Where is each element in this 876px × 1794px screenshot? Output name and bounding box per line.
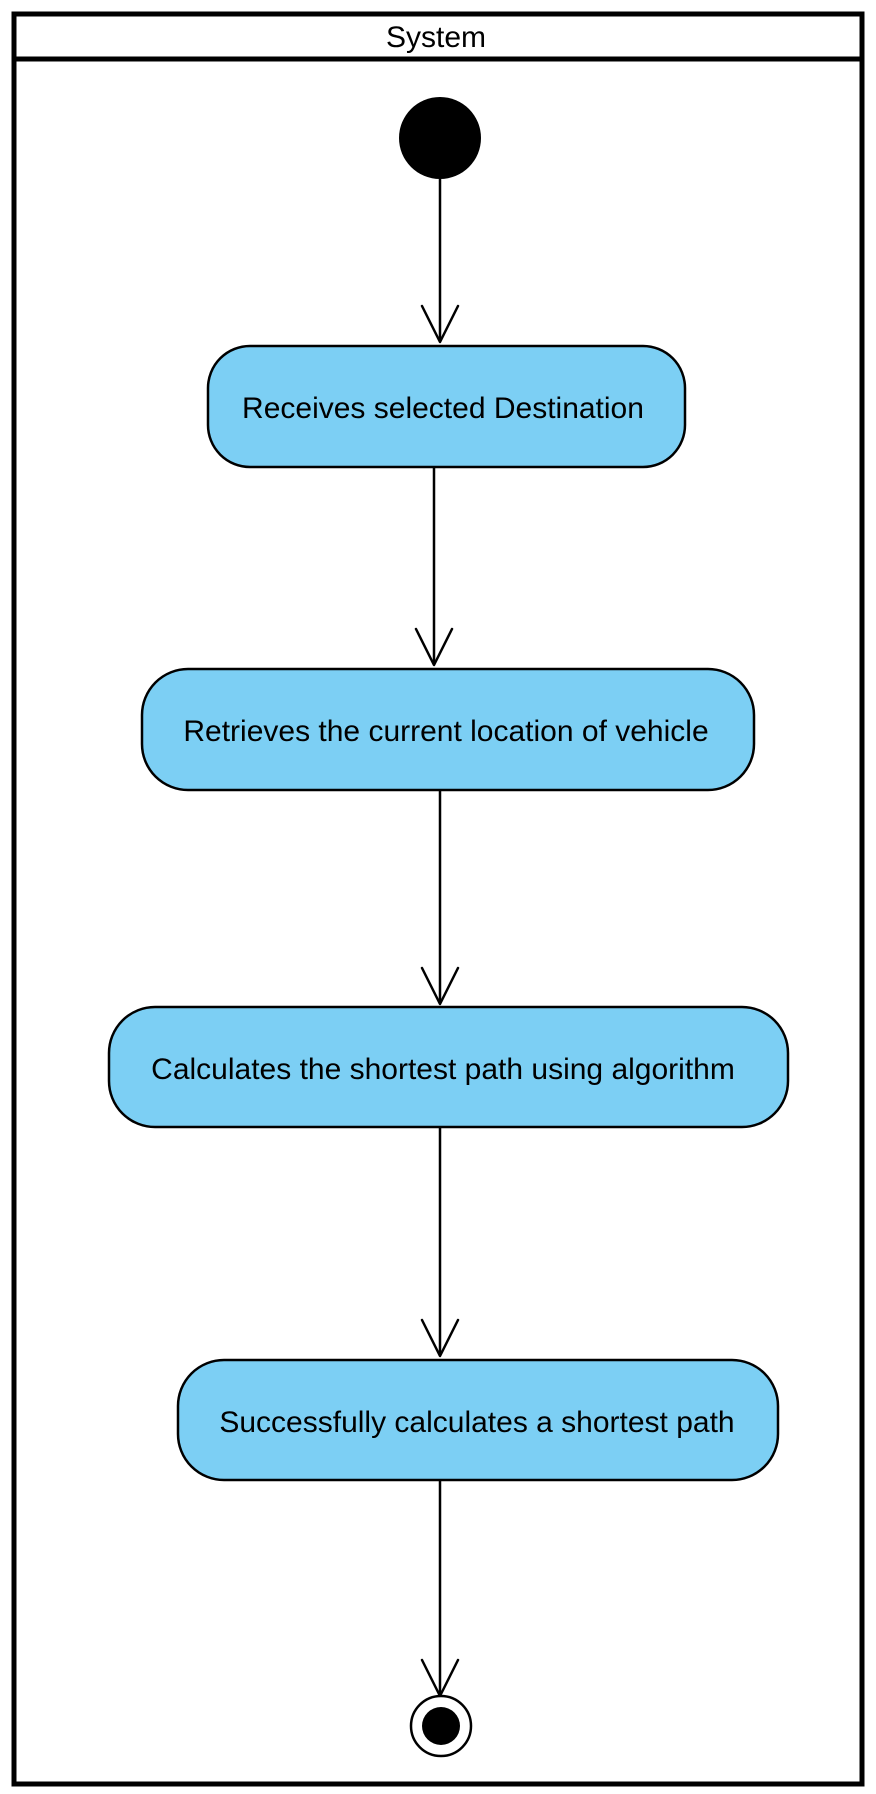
action-node-4: Successfully calculates a shortest path <box>176 1358 780 1482</box>
action-label-2: Retrieves the current location of vehicl… <box>183 715 708 748</box>
action-label-3: Calculates the shortest path using algor… <box>151 1053 735 1086</box>
activity-diagram: System Receives selected Destination Ret… <box>11 11 865 1787</box>
swimlane-title: System <box>386 21 486 54</box>
action-node-2: Retrieves the current location of vehicl… <box>140 667 756 792</box>
action-label-1: Receives selected Destination <box>242 392 644 425</box>
initial-node <box>399 97 481 179</box>
action-label-4: Successfully calculates a shortest path <box>219 1406 734 1439</box>
final-node-dot <box>422 1707 460 1745</box>
action-node-3: Calculates the shortest path using algor… <box>107 1005 790 1129</box>
swimlane-frame <box>11 11 865 1787</box>
action-node-1: Receives selected Destination <box>206 344 687 469</box>
final-node <box>409 1694 473 1758</box>
